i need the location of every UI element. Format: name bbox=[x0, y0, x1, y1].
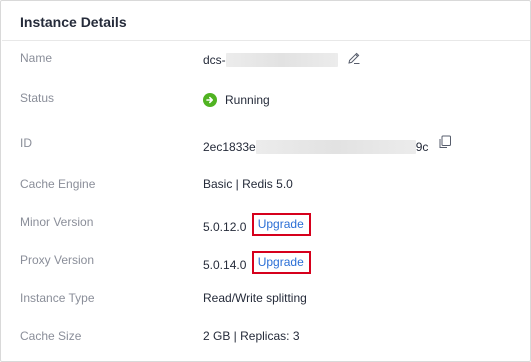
id-value-prefix: 2ec1833e bbox=[203, 139, 256, 154]
name-value: dcs- bbox=[203, 51, 361, 68]
minor-version-value: 5.0.12.0 bbox=[203, 219, 247, 234]
copy-icon[interactable] bbox=[438, 135, 452, 152]
cache-engine-label: Cache Engine bbox=[20, 177, 96, 191]
proxy-version-value: 5.0.14.0 bbox=[203, 257, 247, 272]
proxy-version-label: Proxy Version bbox=[20, 253, 95, 267]
id-value: 2ec1833e 9c bbox=[203, 135, 452, 155]
name-value-prefix: dcs- bbox=[203, 52, 226, 67]
id-value-suffix: 9c bbox=[415, 139, 429, 154]
status-value: Running bbox=[203, 92, 270, 107]
row-cache-size: Cache Size 2 GB | Replicas: 3 bbox=[1, 327, 530, 349]
cache-engine-value: Basic | Redis 5.0 bbox=[203, 177, 293, 191]
title-divider bbox=[2, 40, 530, 41]
instance-details-panel: Instance Details Name dcs- Status Runnin… bbox=[0, 0, 531, 362]
instance-type-value: Read/Write splitting bbox=[203, 291, 307, 305]
row-instance-type: Instance Type Read/Write splitting bbox=[1, 289, 530, 311]
name-label: Name bbox=[20, 51, 53, 65]
proxy-version-upgrade-link[interactable]: Upgrade bbox=[258, 255, 304, 269]
minor-version-upgrade-link[interactable]: Upgrade bbox=[258, 217, 304, 231]
id-label: ID bbox=[20, 136, 32, 150]
cache-size-label: Cache Size bbox=[20, 329, 82, 343]
minor-version-upgrade-highlight: Upgrade bbox=[251, 213, 311, 236]
row-proxy-version: Proxy Version 5.0.14.0 Upgrade bbox=[1, 251, 530, 276]
proxy-version-value-wrap: 5.0.14.0 Upgrade bbox=[203, 251, 311, 276]
row-status: Status Running bbox=[1, 89, 530, 111]
instance-type-label: Instance Type bbox=[20, 291, 95, 305]
panel-title: Instance Details bbox=[20, 14, 127, 30]
cache-size-value: 2 GB | Replicas: 3 bbox=[203, 329, 300, 343]
status-text: Running bbox=[225, 92, 270, 107]
check-arrow-icon bbox=[203, 92, 217, 107]
row-id: ID 2ec1833e 9c bbox=[1, 134, 530, 156]
proxy-version-upgrade-highlight: Upgrade bbox=[251, 251, 311, 274]
status-label: Status bbox=[20, 91, 55, 105]
row-cache-engine: Cache Engine Basic | Redis 5.0 bbox=[1, 175, 530, 197]
minor-version-value-wrap: 5.0.12.0 Upgrade bbox=[203, 213, 311, 238]
row-minor-version: Minor Version 5.0.12.0 Upgrade bbox=[1, 213, 530, 238]
id-redaction bbox=[255, 139, 416, 154]
name-redaction bbox=[225, 52, 338, 67]
row-name: Name dcs- bbox=[1, 49, 530, 71]
minor-version-label: Minor Version bbox=[20, 215, 94, 229]
pencil-icon[interactable] bbox=[347, 51, 361, 68]
